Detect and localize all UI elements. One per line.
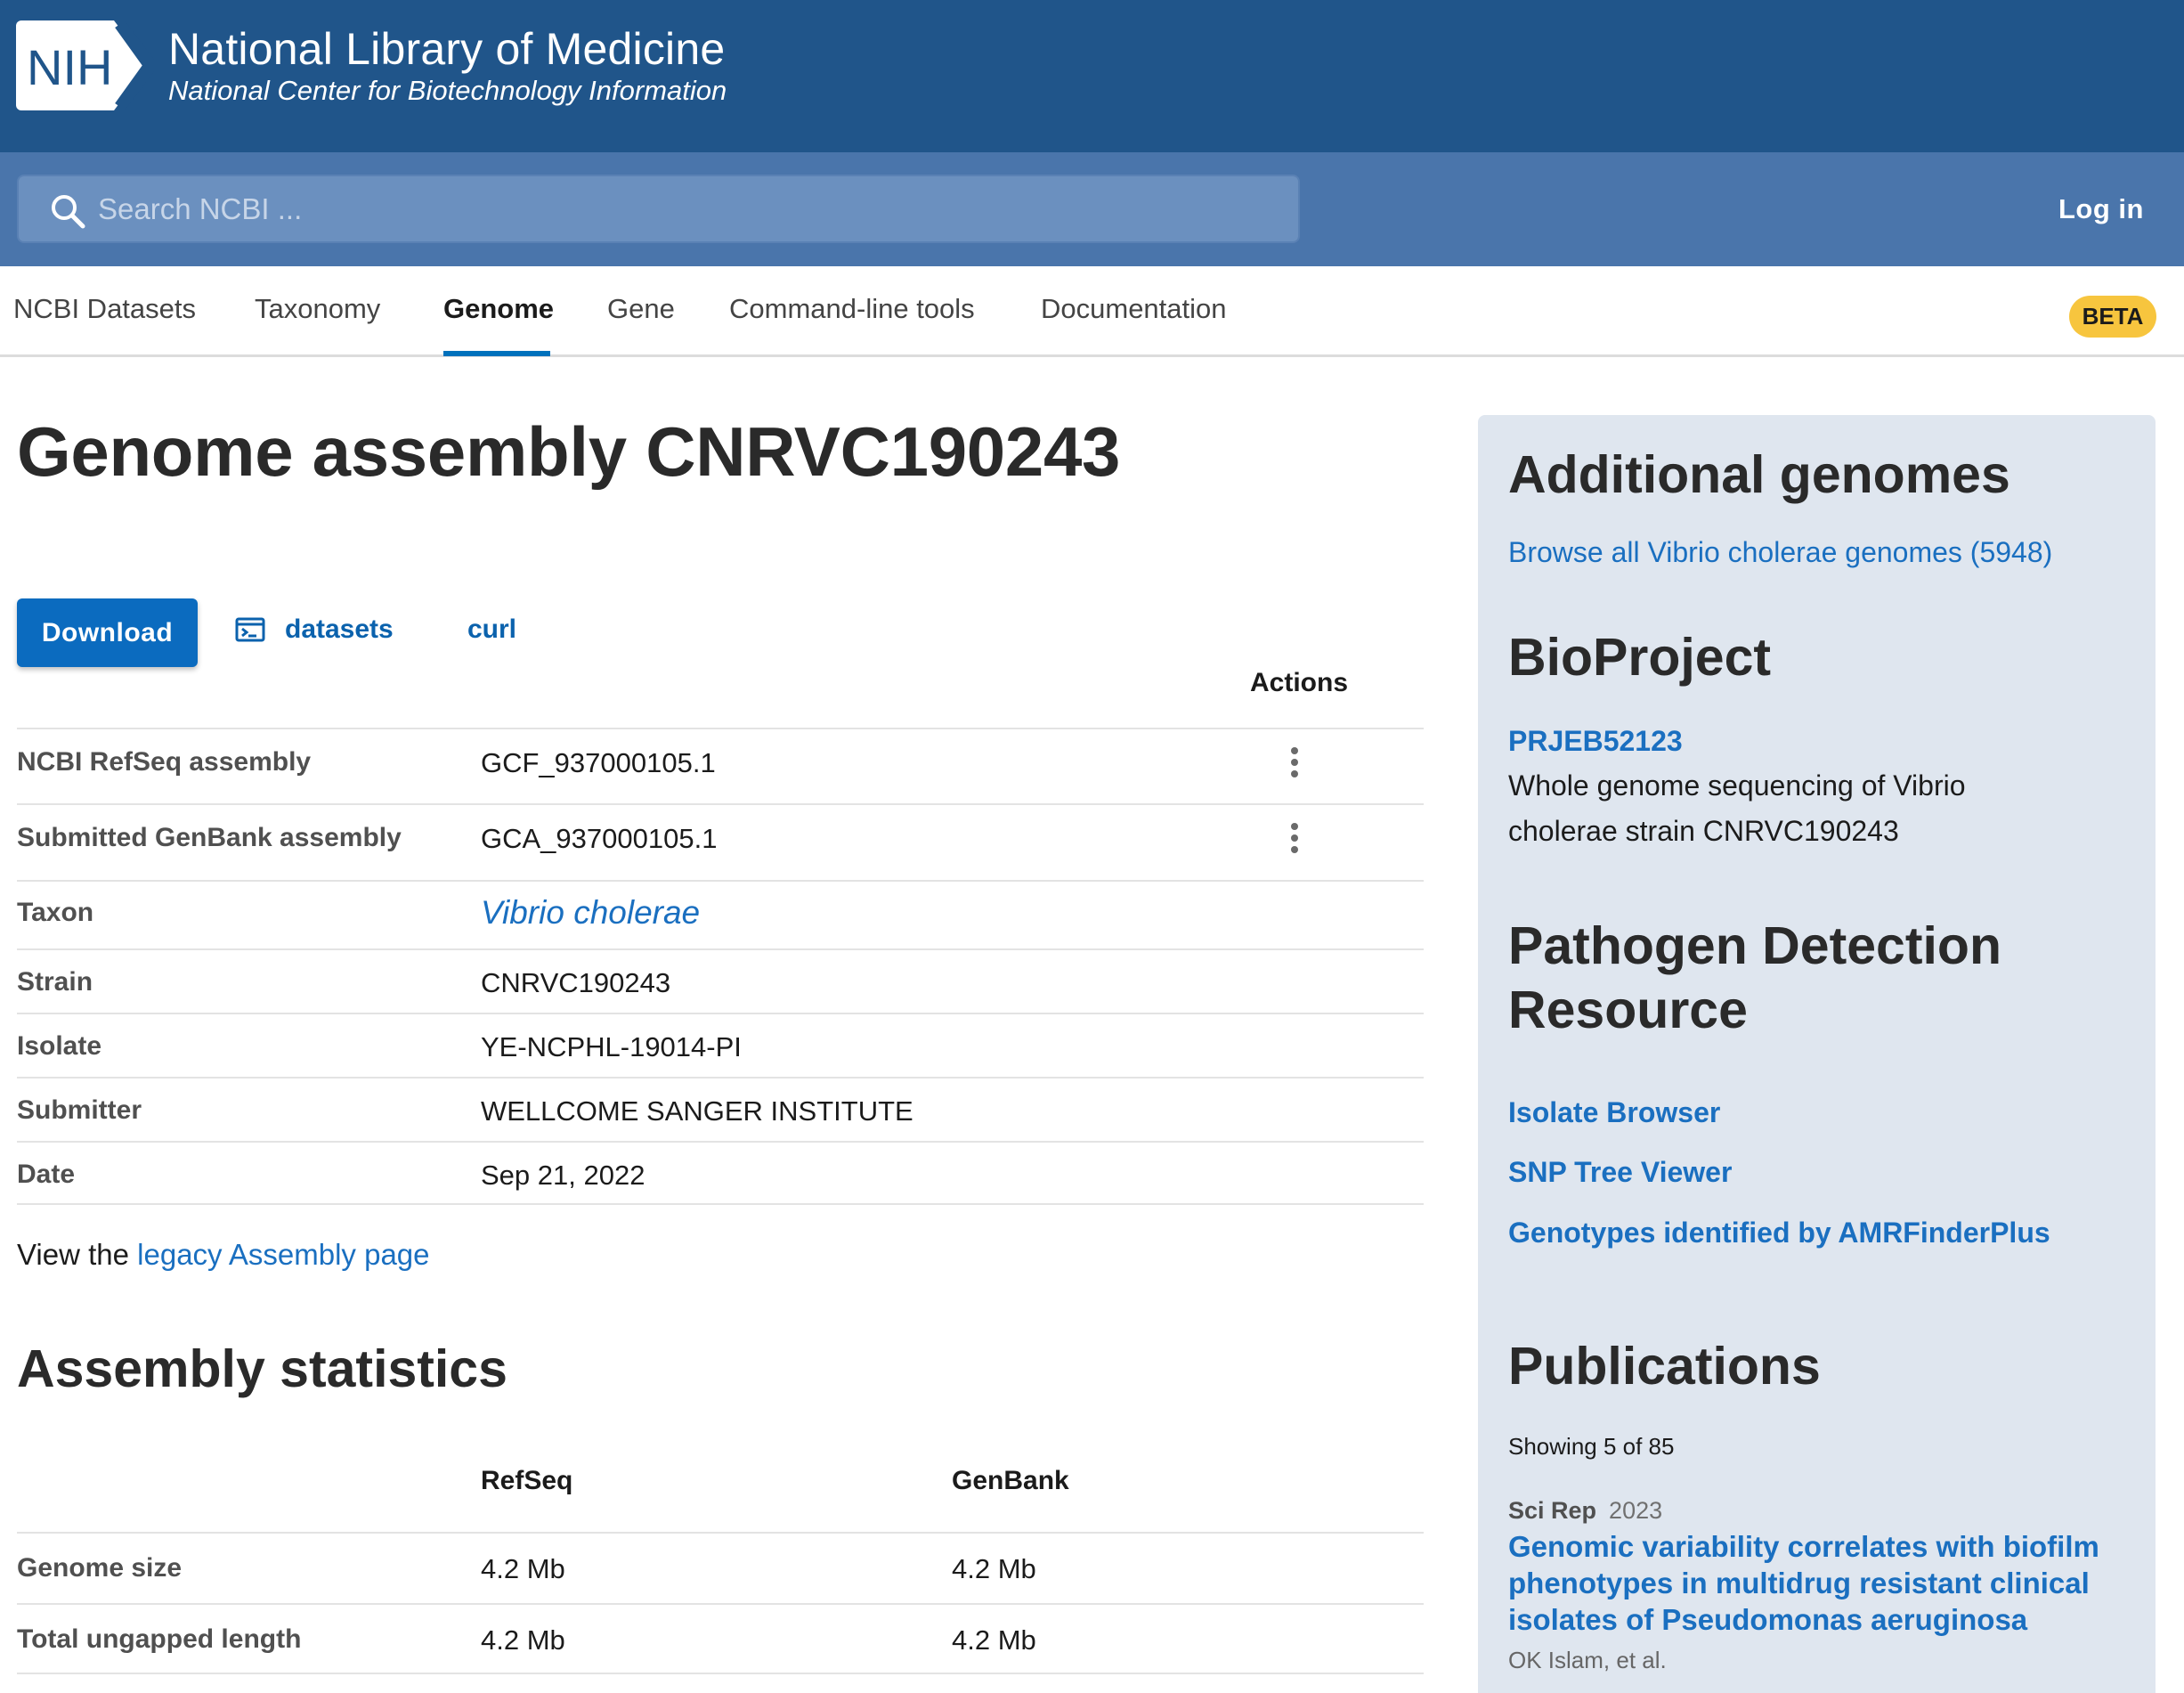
isolate-browser-link[interactable]: Isolate Browser xyxy=(1508,1096,1720,1129)
col-header-refseq: RefSeq xyxy=(481,1466,573,1495)
terminal-icon xyxy=(235,617,265,642)
legacy-prefix: View the xyxy=(17,1238,129,1271)
publication-authors: OK Islam, et al. xyxy=(1508,1647,1667,1673)
sidebar: Additional genomes Browse all Vibrio cho… xyxy=(1478,415,2156,1693)
download-button[interactable]: Download xyxy=(17,598,198,667)
row-value: GCF_937000105.1 xyxy=(481,747,716,778)
search-icon xyxy=(52,195,85,229)
bioproject-description: Whole genome sequencing of Vibrio choler… xyxy=(1508,769,1966,847)
active-tab-indicator xyxy=(443,351,550,356)
row-value: YE-NCPHL-19014-PI xyxy=(481,1031,742,1062)
beta-badge: BETA xyxy=(2069,296,2156,338)
row-label: Date xyxy=(17,1160,76,1189)
more-actions-icon[interactable] xyxy=(1290,747,1299,781)
site-title[interactable]: National Library of Medicine xyxy=(168,23,725,75)
row-label: Taxon xyxy=(17,898,94,927)
genbank-value: 4.2 Mb xyxy=(952,1553,1036,1584)
row-label: Total ungapped length xyxy=(17,1624,302,1654)
row-value: CNRVC190243 xyxy=(481,967,671,998)
info-row-taxon: Taxon Vibrio cholerae xyxy=(17,880,1424,948)
pathogen-title-line1: Pathogen Detection xyxy=(1508,916,2001,975)
publications-count: Showing 5 of 85 xyxy=(1508,1433,1675,1460)
publication-title-link[interactable]: Genomic variability correlates with biof… xyxy=(1508,1528,2131,1638)
info-row-strain: Strain CNRVC190243 xyxy=(17,948,1424,1013)
row-label: Submitter xyxy=(17,1095,142,1125)
publication-journal: Sci Rep xyxy=(1508,1497,1597,1524)
pathogen-title-line2: Resource xyxy=(1508,981,1748,1039)
search-bar: Search NCBI ... Log in xyxy=(0,152,2184,266)
actions-header: Actions xyxy=(1250,668,1349,697)
legacy-assembly-link[interactable]: legacy Assembly page xyxy=(137,1238,429,1271)
row-value: GCA_937000105.1 xyxy=(481,823,718,854)
col-header-genbank: GenBank xyxy=(952,1466,1069,1495)
stats-row-ungapped-length: Total ungapped length 4.2 Mb 4.2 Mb xyxy=(17,1603,1424,1674)
datasets-button[interactable]: datasets xyxy=(235,615,394,645)
refseq-value: 4.2 Mb xyxy=(481,1553,565,1584)
refseq-value: 4.2 Mb xyxy=(481,1624,565,1656)
additional-genomes-title: Additional genomes xyxy=(1508,445,2010,504)
tab-genome[interactable]: Genome xyxy=(443,293,554,325)
info-row-date: Date Sep 21, 2022 xyxy=(17,1141,1424,1205)
assembly-statistics-title: Assembly statistics xyxy=(17,1339,507,1398)
info-row-isolate: Isolate YE-NCPHL-19014-PI xyxy=(17,1013,1424,1077)
snp-tree-viewer-link[interactable]: SNP Tree Viewer xyxy=(1508,1156,1732,1189)
tab-command-line-tools[interactable]: Command-line tools xyxy=(729,293,975,325)
search-input[interactable]: Search NCBI ... xyxy=(17,175,1300,243)
row-label: Isolate xyxy=(17,1031,102,1061)
info-row-submitter: Submitter WELLCOME SANGER INSTITUTE xyxy=(17,1077,1424,1141)
more-actions-icon[interactable] xyxy=(1290,823,1299,857)
site-subtitle: National Center for Biotechnology Inform… xyxy=(168,75,727,106)
info-row-refseq: NCBI RefSeq assembly GCF_937000105.1 xyxy=(17,728,1424,803)
info-row-genbank: Submitted GenBank assembly GCA_937000105… xyxy=(17,803,1424,880)
row-label: Genome size xyxy=(17,1553,183,1583)
page-title: Genome assembly CNRVC190243 xyxy=(17,412,1121,491)
main-nav: NCBI Datasets Taxonomy Genome Gene Comma… xyxy=(0,266,2184,357)
amrfinderplus-link[interactable]: Genotypes identified by AMRFinderPlus xyxy=(1508,1217,2050,1249)
site-header: NIH National Library of Medicine Nationa… xyxy=(0,0,2184,152)
browse-genomes-link[interactable]: Browse all Vibrio cholerae genomes (5948… xyxy=(1508,536,2052,569)
nih-logo-text: NIH xyxy=(27,39,112,95)
bioproject-link[interactable]: PRJEB52123 xyxy=(1508,725,1683,758)
curl-button[interactable]: curl xyxy=(467,615,516,645)
row-label: Submitted GenBank assembly xyxy=(17,823,402,852)
nih-logo[interactable]: NIH xyxy=(16,20,155,110)
row-label: NCBI RefSeq assembly xyxy=(17,747,312,777)
row-value: Sep 21, 2022 xyxy=(481,1160,645,1191)
publication-year: 2023 xyxy=(1609,1497,1663,1524)
publications-title: Publications xyxy=(1508,1337,1821,1396)
tab-taxonomy[interactable]: Taxonomy xyxy=(255,293,380,325)
tab-ncbi-datasets[interactable]: NCBI Datasets xyxy=(13,293,196,325)
login-link[interactable]: Log in xyxy=(2058,193,2144,225)
bioproject-title: BioProject xyxy=(1508,628,1772,687)
publication-meta: Sci Rep 2023 xyxy=(1508,1497,1662,1525)
row-value: WELLCOME SANGER INSTITUTE xyxy=(481,1095,913,1127)
search-placeholder: Search NCBI ... xyxy=(98,192,303,225)
legacy-note: View the legacy Assembly page xyxy=(17,1238,430,1272)
row-label: Strain xyxy=(17,967,93,997)
genbank-value: 4.2 Mb xyxy=(952,1624,1036,1656)
datasets-label: datasets xyxy=(285,615,394,644)
stats-row-genome-size: Genome size 4.2 Mb 4.2 Mb xyxy=(17,1532,1424,1603)
tab-documentation[interactable]: Documentation xyxy=(1041,293,1227,325)
taxon-link[interactable]: Vibrio cholerae xyxy=(481,894,700,932)
tab-gene[interactable]: Gene xyxy=(607,293,675,325)
